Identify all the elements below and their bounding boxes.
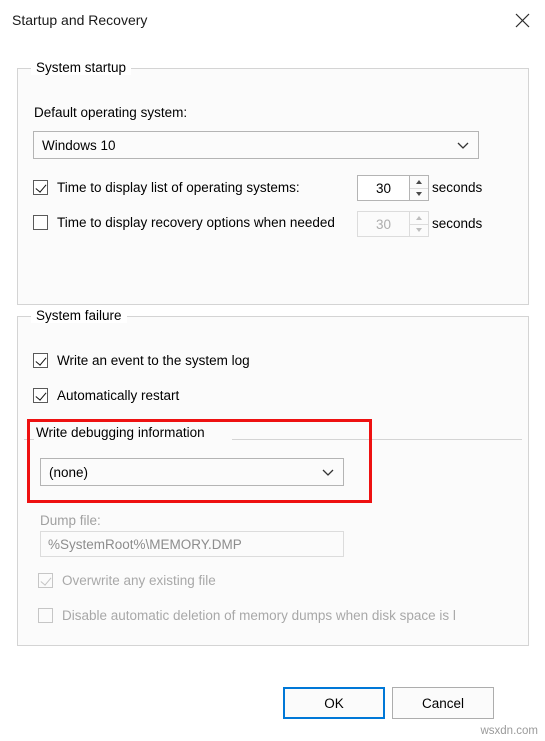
dump-file-value: %SystemRoot%\MEMORY.DMP (48, 536, 242, 552)
caret-down-icon (416, 228, 422, 233)
write-debugging-legend: Write debugging information (36, 425, 205, 440)
timeout-os-spin-up[interactable] (410, 176, 428, 189)
write-debugging-combo[interactable]: (none) (40, 458, 344, 486)
write-event-checkbox-row[interactable]: Write an event to the system log (33, 353, 250, 368)
watermark: wsxdn.com (480, 725, 538, 737)
auto-restart-checkbox[interactable] (33, 388, 48, 403)
window-title: Startup and Recovery (12, 12, 148, 28)
caret-up-icon (416, 215, 422, 220)
overwrite-label: Overwrite any existing file (62, 573, 216, 588)
timeout-recovery-spin-buttons (409, 211, 429, 237)
write-event-label: Write an event to the system log (57, 353, 250, 368)
timeout-os-unit: seconds (432, 180, 483, 195)
write-debugging-value: (none) (49, 464, 89, 480)
timeout-os-spinner[interactable]: 30 (357, 175, 429, 201)
auto-restart-label: Automatically restart (57, 388, 180, 403)
cancel-button[interactable]: Cancel (392, 687, 494, 719)
timeout-os-value[interactable]: 30 (357, 175, 409, 201)
caret-down-icon (416, 192, 422, 197)
disable-auto-delete-checkbox-row: Disable automatic deletion of memory dum… (38, 608, 456, 623)
timeout-recovery-spin-down (410, 224, 428, 236)
timeout-recovery-value: 30 (357, 211, 409, 237)
timeout-os-spin-buttons[interactable] (409, 175, 429, 201)
system-failure-legend: System failure (31, 308, 127, 323)
close-icon (515, 13, 530, 28)
ok-button[interactable]: OK (283, 687, 385, 719)
window-titlebar: Startup and Recovery (0, 0, 545, 40)
default-os-combo[interactable]: Windows 10 (33, 131, 479, 159)
dump-file-label: Dump file: (40, 513, 101, 528)
timeout-os-checkbox[interactable] (33, 180, 48, 195)
timeout-recovery-checkbox-row[interactable]: Time to display recovery options when ne… (33, 215, 335, 230)
ok-button-label: OK (324, 695, 344, 711)
system-startup-legend: System startup (31, 60, 132, 75)
auto-restart-checkbox-row[interactable]: Automatically restart (33, 388, 179, 403)
timeout-os-spin-down[interactable] (410, 188, 428, 200)
default-os-label: Default operating system: (34, 105, 188, 120)
timeout-os-checkbox-row[interactable]: Time to display list of operating system… (33, 180, 300, 195)
timeout-recovery-unit: seconds (432, 216, 483, 231)
timeout-recovery-spin-up (410, 212, 428, 225)
overwrite-checkbox (38, 573, 53, 588)
write-debug-group-line-left (24, 439, 34, 440)
timeout-recovery-spinner: 30 (357, 211, 429, 237)
cancel-button-label: Cancel (421, 695, 465, 711)
chevron-down-icon (457, 138, 469, 153)
timeout-os-label: Time to display list of operating system… (57, 180, 300, 195)
timeout-recovery-label: Time to display recovery options when ne… (57, 215, 335, 230)
close-button[interactable] (499, 0, 545, 40)
chevron-down-icon (322, 465, 334, 480)
default-os-value: Windows 10 (42, 137, 116, 153)
overwrite-checkbox-row: Overwrite any existing file (38, 573, 216, 588)
disable-auto-delete-label: Disable automatic deletion of memory dum… (62, 608, 456, 623)
dump-file-input: %SystemRoot%\MEMORY.DMP (40, 531, 344, 557)
caret-up-icon (416, 179, 422, 184)
timeout-recovery-checkbox[interactable] (33, 215, 48, 230)
disable-auto-delete-checkbox (38, 608, 53, 623)
write-debug-group-line-right (232, 439, 522, 440)
write-event-checkbox[interactable] (33, 353, 48, 368)
